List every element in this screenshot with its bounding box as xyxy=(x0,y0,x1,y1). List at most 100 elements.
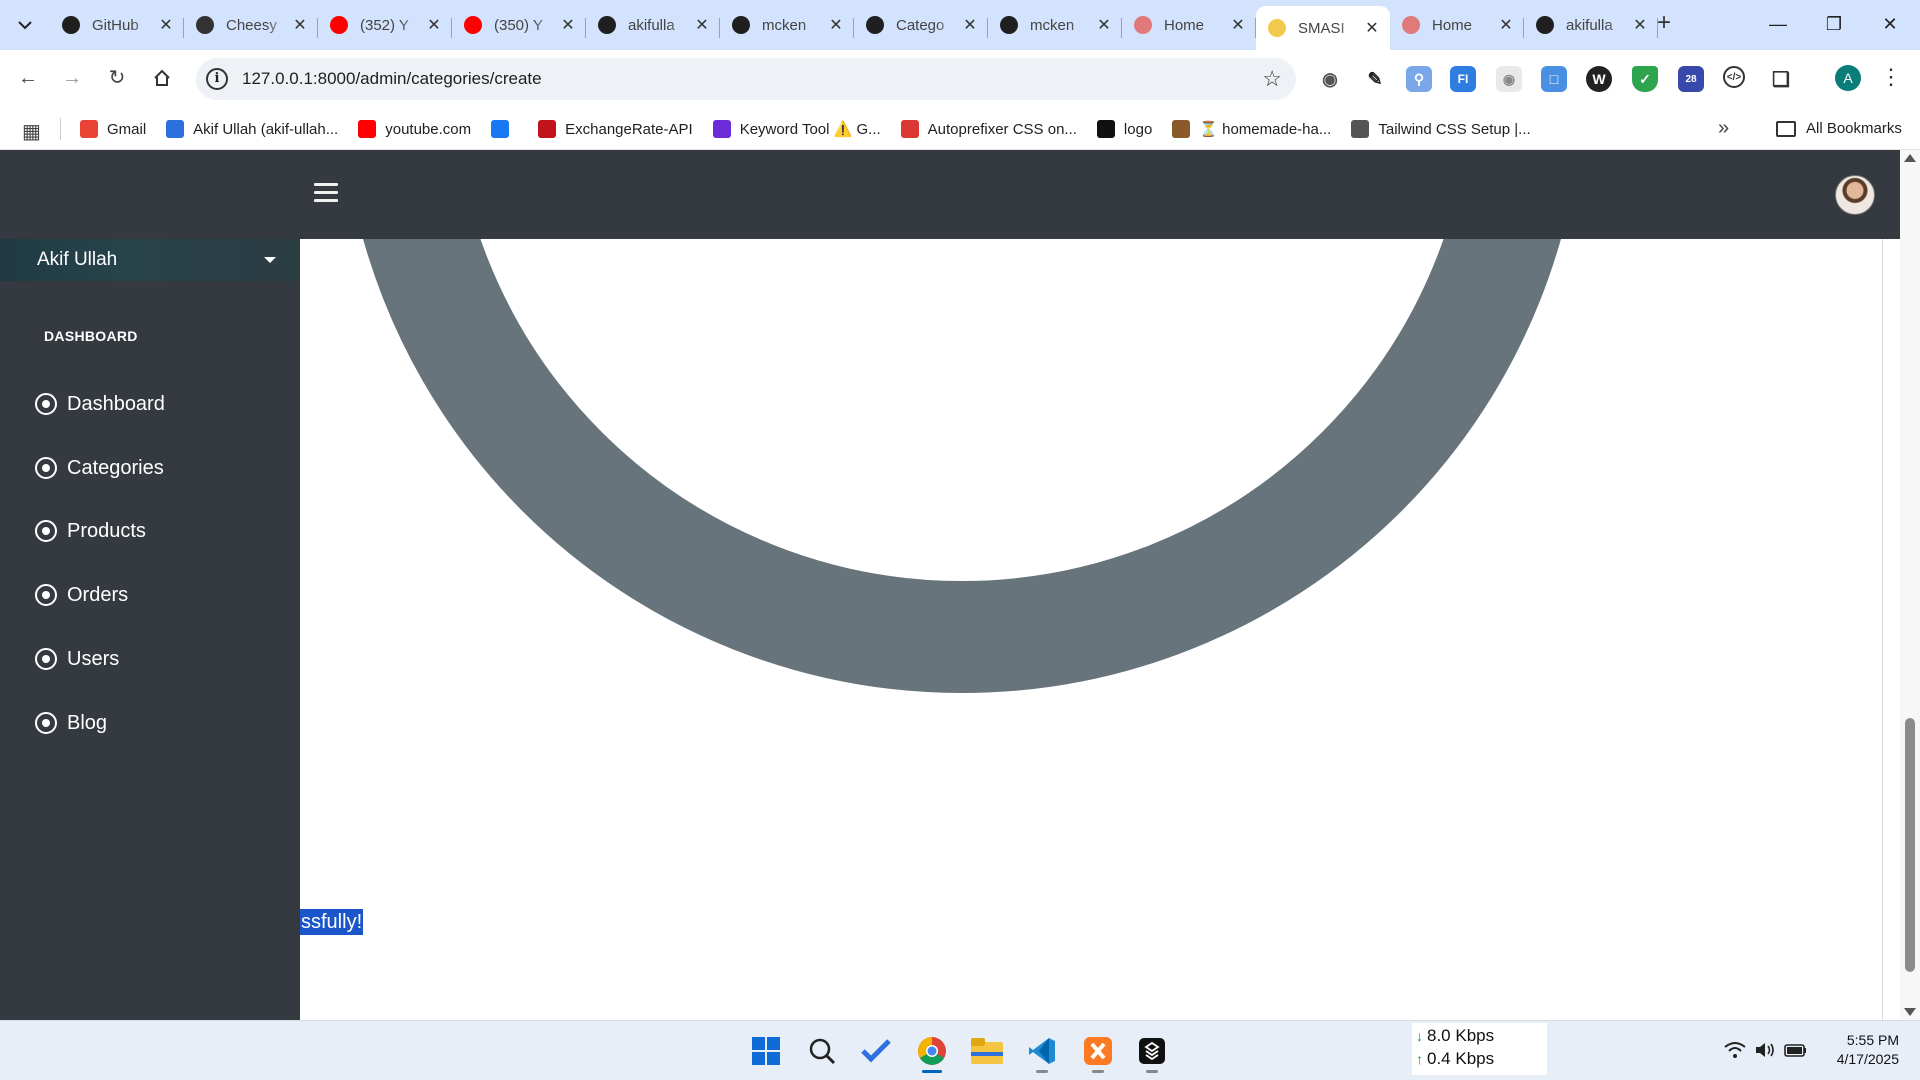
close-tab-icon[interactable]: ✕ xyxy=(1096,15,1112,35)
openai-icon xyxy=(866,16,884,34)
eyedropper-icon[interactable]: ✎ xyxy=(1362,66,1388,92)
vscode-icon[interactable] xyxy=(1024,1033,1060,1073)
app-indicator xyxy=(1092,1070,1104,1073)
minimize-button[interactable]: — xyxy=(1756,6,1800,42)
close-tab-icon[interactable]: ✕ xyxy=(694,15,710,35)
home-button[interactable] xyxy=(146,62,178,94)
bookmark-item[interactable]: ⏳ homemade-ha... xyxy=(1172,120,1331,138)
close-tab-icon[interactable]: ✕ xyxy=(292,15,308,35)
bookmark-item[interactable]: Keyword Tool ⚠️ G... xyxy=(712,120,881,138)
browser-tab[interactable]: GitHub ✕ xyxy=(50,6,184,44)
close-window-button[interactable]: ✕ xyxy=(1868,6,1912,42)
scroll-up-arrow-icon[interactable] xyxy=(1904,154,1916,162)
file-explorer-icon[interactable] xyxy=(969,1033,1005,1069)
restore-button[interactable]: ❐ xyxy=(1812,6,1856,42)
camera-icon[interactable]: ◉ xyxy=(1317,66,1343,92)
bookmark-item[interactable]: Autoprefixer CSS on... xyxy=(900,120,1077,138)
bookmark-item[interactable]: Gmail xyxy=(80,120,146,138)
browser-tab[interactable]: (350) Y ✕ xyxy=(452,6,586,44)
bookmark-item[interactable]: logo xyxy=(1096,120,1152,138)
network-speed-widget: ↓ 8.0 Kbps ↑ 0.4 Kbps xyxy=(1412,1023,1547,1075)
nav-item-users[interactable]: Users xyxy=(35,644,119,674)
nav-item-label: Orders xyxy=(67,583,129,606)
user-avatar[interactable] xyxy=(1835,175,1875,215)
more-bookmarks-icon[interactable]: » xyxy=(1718,117,1729,140)
nav-item-categories[interactable]: Categories xyxy=(35,453,164,483)
browser-tab[interactable]: Home ✕ xyxy=(1390,6,1524,44)
scroll-down-arrow-icon[interactable] xyxy=(1904,1008,1916,1016)
system-clock[interactable]: 5:55 PM 4/17/2025 xyxy=(1815,1031,1899,1069)
close-tab-icon[interactable]: ✕ xyxy=(1632,15,1648,35)
circle-dot-icon xyxy=(35,648,57,670)
terminal-app-icon[interactable] xyxy=(1134,1033,1170,1073)
nav-item-label: Products xyxy=(67,519,146,542)
close-tab-icon[interactable]: ✕ xyxy=(426,15,442,35)
close-tab-icon[interactable]: ✕ xyxy=(1364,18,1380,38)
code-extension-icon[interactable]: </> xyxy=(1723,66,1745,88)
battery-icon[interactable] xyxy=(1784,1041,1808,1064)
close-tab-icon[interactable]: ✕ xyxy=(1498,15,1514,35)
site-info-icon[interactable]: i xyxy=(206,68,228,90)
close-tab-icon[interactable]: ✕ xyxy=(560,15,576,35)
wifi-icon[interactable] xyxy=(1724,1041,1746,1064)
nav-item-orders[interactable]: Orders xyxy=(35,580,128,610)
scrollbar-thumb[interactable] xyxy=(1905,718,1915,972)
browser-tab-active[interactable]: SMASI ✕ xyxy=(1256,6,1390,50)
nav-item-blog[interactable]: Blog xyxy=(35,708,107,738)
main-content: ssfully! xyxy=(300,239,1882,1020)
magnifier-extension-icon[interactable]: ⚲ xyxy=(1406,66,1432,92)
apps-grid-icon[interactable]: ▦ xyxy=(22,119,41,144)
browser-tab[interactable]: akifulla ✕ xyxy=(586,6,720,44)
bookmark-item[interactable]: Akif Ullah (akif-ullah... xyxy=(166,120,338,138)
browser-tab[interactable]: Home ✕ xyxy=(1122,6,1256,44)
xampp-icon[interactable] xyxy=(1080,1033,1116,1073)
browser-tab[interactable]: mcken ✕ xyxy=(720,6,854,44)
search-icon[interactable] xyxy=(804,1033,840,1069)
hamburger-menu-icon[interactable] xyxy=(314,183,338,207)
w-extension-icon[interactable]: W xyxy=(1586,66,1612,92)
clipboard-extension-icon[interactable]: □ xyxy=(1541,66,1567,92)
fi-extension-icon[interactable]: FI xyxy=(1450,66,1476,92)
shield-extension-icon[interactable]: ✓ xyxy=(1632,66,1658,92)
browser-tab[interactable]: akifulla ✕ xyxy=(1524,6,1658,44)
selected-success-text[interactable]: ssfully! xyxy=(300,909,364,935)
bookmark-item[interactable] xyxy=(491,120,518,138)
close-tab-icon[interactable]: ✕ xyxy=(962,15,978,35)
close-tab-icon[interactable]: ✕ xyxy=(158,15,174,35)
github-icon xyxy=(1000,16,1018,34)
bookmark-item[interactable]: youtube.com xyxy=(358,120,471,138)
browser-tab[interactable]: (352) Y ✕ xyxy=(318,6,452,44)
tab-search-button[interactable] xyxy=(10,10,40,40)
forward-button[interactable]: → xyxy=(56,62,88,94)
user-panel[interactable]: Akif Ullah xyxy=(0,239,300,281)
browser-tab[interactable]: mcken ✕ xyxy=(988,6,1122,44)
volume-icon[interactable] xyxy=(1754,1041,1776,1064)
bookmark-star-icon[interactable]: ☆ xyxy=(1262,66,1282,92)
chrome-icon[interactable] xyxy=(914,1033,950,1073)
graduation-extension-icon[interactable]: 28 xyxy=(1678,66,1704,92)
all-bookmarks-button[interactable]: All Bookmarks xyxy=(1776,120,1902,137)
page-scrollbar[interactable] xyxy=(1900,150,1920,1020)
close-tab-icon[interactable]: ✕ xyxy=(1230,15,1246,35)
address-bar[interactable]: i 127.0.0.1:8000/admin/categories/create… xyxy=(196,58,1296,100)
bookmark-item[interactable]: Tailwind CSS Setup |... xyxy=(1351,120,1531,138)
owl-extension-icon[interactable]: ◉ xyxy=(1496,66,1522,92)
bookmark-item[interactable]: ExchangeRate-API xyxy=(538,120,693,138)
browser-tab[interactable]: Cheesy ✕ xyxy=(184,6,318,44)
browser-tab[interactable]: Catego ✕ xyxy=(854,6,988,44)
nav-item-dashboard[interactable]: Dashboard xyxy=(35,389,165,419)
autoprefixer-icon xyxy=(900,120,919,138)
profile-avatar[interactable]: A xyxy=(1835,65,1861,91)
windows-start-icon[interactable] xyxy=(748,1033,784,1069)
reload-button[interactable]: ↻ xyxy=(101,62,133,94)
folder-icon xyxy=(1776,120,1796,137)
url-text[interactable]: 127.0.0.1:8000/admin/categories/create xyxy=(242,69,542,89)
nav-item-products[interactable]: Products xyxy=(35,516,146,546)
new-tab-button[interactable]: + xyxy=(1650,10,1678,38)
caret-down-icon[interactable] xyxy=(264,257,276,263)
puzzle-extensions-icon[interactable]: ❑ xyxy=(1768,66,1794,92)
close-tab-icon[interactable]: ✕ xyxy=(828,15,844,35)
browser-menu-icon[interactable]: ⋮ xyxy=(1880,64,1902,90)
todo-checkmark-icon[interactable] xyxy=(858,1033,894,1069)
back-button[interactable]: ← xyxy=(12,62,44,94)
